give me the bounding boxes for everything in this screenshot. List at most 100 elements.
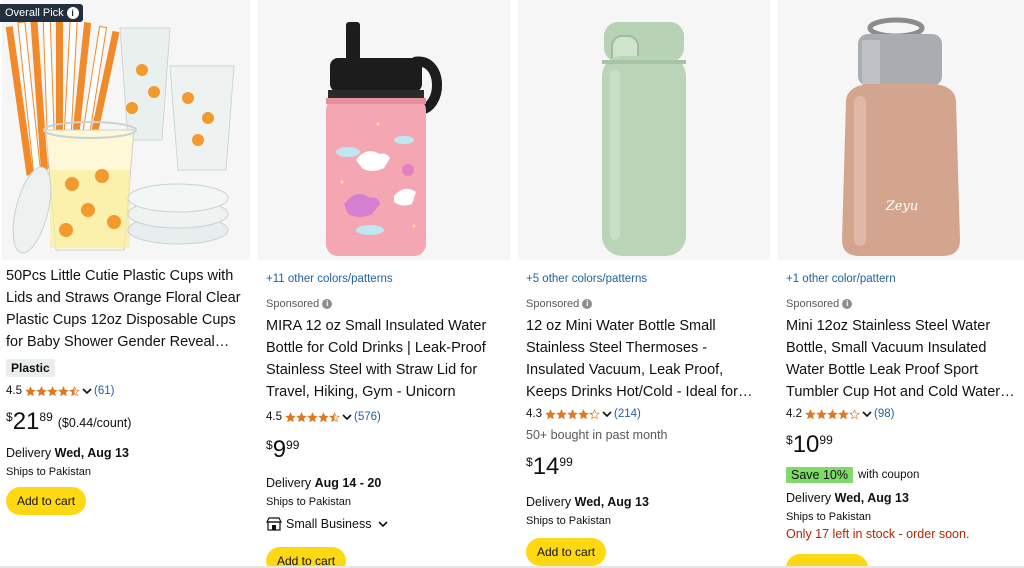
star-icon (849, 408, 860, 420)
coupon-text: with coupon (857, 469, 920, 481)
product-details: +11 other colors/patterns Sponsored i MI… (266, 271, 506, 568)
review-count-link[interactable]: (98) (874, 408, 894, 420)
star-icon (589, 408, 600, 420)
product-card: +11 other colors/patterns Sponsored i MI… (258, 0, 510, 568)
star-icon (47, 385, 58, 397)
delivery-date: Wed, Aug 13 (574, 495, 649, 509)
price-whole: 14 (532, 453, 560, 480)
delivery-date: Wed, Aug 13 (54, 446, 129, 460)
star-rating-icon[interactable] (805, 408, 860, 420)
other-colors-link[interactable]: +5 other colors/patterns (526, 271, 766, 289)
product-title[interactable]: Mini 12oz Stainless Steel Water Bottle, … (786, 315, 1020, 403)
star-icon (58, 385, 69, 397)
delivery-info: Delivery Wed, Aug 13 (6, 445, 248, 461)
star-icon (578, 408, 589, 420)
info-icon[interactable]: i (322, 299, 333, 309)
add-to-cart-button[interactable]: Add to cart (526, 538, 607, 566)
product-title[interactable]: 50Pcs Little Cutie Plastic Cups with Lid… (6, 265, 248, 353)
product-image[interactable] (2, 0, 250, 260)
rating-value: 4.5 (6, 385, 22, 397)
delivery-prefix: Delivery (6, 446, 55, 460)
delivery-info: Delivery Aug 14 - 20 (266, 475, 506, 491)
add-to-cart-button[interactable]: Add to cart (266, 547, 347, 568)
info-icon[interactable]: i (582, 299, 593, 309)
product-details: +5 other colors/patterns Sponsored i 12 … (526, 271, 766, 566)
delivery-info: Delivery Wed, Aug 13 (526, 494, 766, 510)
ships-to: Ships to Pakistan (526, 515, 611, 527)
price-whole: 21 (12, 408, 40, 435)
unit-price: ($0.44/count) (57, 416, 132, 430)
chevron-down-icon[interactable] (602, 409, 612, 419)
plastic-cups-image (2, 0, 250, 260)
delivery-prefix: Delivery (786, 491, 835, 505)
price-whole: 9 (272, 436, 287, 463)
star-rating-icon[interactable] (25, 385, 80, 397)
badge-label: Overall Pick (5, 7, 64, 19)
small-business-label: Small Business (286, 517, 372, 531)
chevron-down-icon[interactable] (82, 386, 92, 396)
product-image[interactable] (518, 0, 770, 260)
chevron-down-icon[interactable] (862, 409, 872, 419)
rating-value: 4.3 (526, 408, 542, 420)
star-icon (545, 408, 556, 420)
star-icon (329, 411, 340, 423)
product-card: Overall Pick i 50Pcs Little Cutie Plasti… (0, 0, 252, 568)
rating-value: 4.5 (266, 411, 282, 423)
sponsored-label[interactable]: Sponsored i (266, 296, 506, 312)
chevron-down-icon (378, 521, 389, 528)
rating-value: 4.2 (786, 408, 802, 420)
rating-row: 4.5 (61) (6, 383, 248, 399)
delivery-info: Delivery Wed, Aug 13 (786, 490, 1020, 506)
star-icon (816, 408, 827, 420)
product-title[interactable]: MIRA 12 oz Small Insulated Water Bottle … (266, 315, 506, 403)
info-icon[interactable]: i (842, 299, 853, 309)
price-fraction: 89 (39, 410, 53, 424)
small-business-badge[interactable]: Small Business (266, 515, 506, 533)
ships-to: Ships to Pakistan (786, 511, 871, 523)
star-rating-icon[interactable] (285, 411, 340, 423)
star-icon (838, 408, 849, 420)
rating-row: 4.5 (576) (266, 409, 506, 425)
price[interactable]: $ 14 99 (526, 452, 766, 484)
product-details: +1 other color/pattern Sponsored i Mini … (786, 271, 1020, 541)
material-pill: Plastic (6, 359, 55, 377)
star-rating-icon[interactable] (545, 408, 600, 420)
price[interactable]: $ 10 99 (786, 430, 1020, 462)
price-fraction: 99 (286, 438, 300, 452)
product-image[interactable]: Zeyu (778, 0, 1024, 260)
rating-row: 4.3 (214) (526, 406, 766, 422)
price[interactable]: $ 9 99 (266, 435, 506, 467)
other-colors-link[interactable]: +1 other color/pattern (786, 271, 1020, 289)
chevron-down-icon[interactable] (342, 412, 352, 422)
delivery-prefix: Delivery (526, 495, 575, 509)
other-colors-link[interactable]: +11 other colors/patterns (266, 271, 506, 289)
star-icon (567, 408, 578, 420)
star-icon (556, 408, 567, 420)
price-whole: 10 (792, 431, 820, 458)
coupon-row[interactable]: Save 10% with coupon (786, 466, 1020, 484)
price-symbol: $ (526, 455, 533, 469)
ships-to: Ships to Pakistan (266, 496, 351, 508)
product-title[interactable]: 12 oz Mini Water Bottle Small Stainless … (526, 315, 766, 403)
star-icon (318, 411, 329, 423)
price-symbol: $ (266, 438, 273, 452)
star-icon (307, 411, 318, 423)
review-count-link[interactable]: (576) (354, 411, 381, 423)
sponsored-text: Sponsored (786, 298, 840, 310)
svg-text:Zeyu: Zeyu (885, 199, 918, 214)
bought-in-past-month: 50+ bought in past month (526, 428, 668, 442)
review-count-link[interactable]: (61) (94, 385, 114, 397)
price-fraction: 99 (559, 455, 573, 469)
add-to-cart-button[interactable]: Add to cart (6, 487, 87, 515)
mint-green-bottle-image (518, 0, 770, 260)
price[interactable]: $ 21 89 ($0.44/count) (6, 407, 248, 439)
low-stock-warning: Only 17 left in stock - order soon. (786, 527, 970, 541)
star-icon (285, 411, 296, 423)
sponsored-label[interactable]: Sponsored i (786, 296, 1020, 312)
info-icon[interactable]: i (66, 7, 79, 19)
sponsored-label[interactable]: Sponsored i (526, 296, 766, 312)
product-image[interactable] (258, 0, 510, 260)
review-count-link[interactable]: (214) (614, 408, 641, 420)
ships-to: Ships to Pakistan (6, 466, 91, 478)
pink-unicorn-bottle-image (258, 0, 510, 260)
